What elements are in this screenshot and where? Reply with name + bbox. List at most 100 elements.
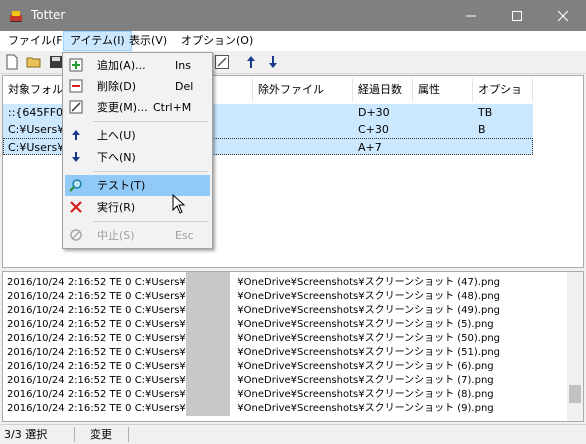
cell-days: A+7 — [358, 141, 382, 154]
menu-add-shortcut: Ins — [175, 59, 191, 72]
menu-test-label: テスト(T) — [97, 179, 146, 192]
mouse-cursor-icon — [172, 194, 186, 214]
column-header-exclude[interactable]: 除外ファイル — [253, 78, 353, 102]
item-menu-dropdown: 追加(A)... Ins 削除(D) Del 変更(M)... Ctrl+M 上… — [62, 52, 213, 249]
menu-view[interactable]: 表示(V) — [123, 31, 173, 51]
title-bar[interactable]: Totter — [0, 0, 586, 31]
log-prefix: 2016/10/24 2:16:52 TE 0 C:¥Users¥H — [7, 333, 194, 344]
menu-bar: ファイル(F) アイテム(I) 表示(V) オプション(O) — [0, 31, 586, 51]
minimize-icon — [466, 15, 476, 17]
log-suffix: ¥OneDrive¥Screenshots¥スクリーンショット (51).png — [237, 347, 500, 358]
cell-folder: ::{645FF04 — [8, 106, 71, 119]
arrow-up-icon — [72, 130, 80, 140]
log-suffix: ¥OneDrive¥Screenshots¥スクリーンショット (48).png — [237, 291, 500, 302]
cell-folder: C:¥Users¥ — [8, 141, 65, 154]
log-prefix: 2016/10/24 2:16:52 TE 0 C:¥Users¥H — [7, 347, 194, 358]
status-state: 変更 — [90, 428, 112, 441]
log-line: 2016/10/24 2:16:52 TE 0 C:¥Users¥H ¥OneDr… — [7, 346, 500, 359]
log-prefix: 2016/10/24 2:16:52 TE 0 C:¥Users¥H — [7, 403, 194, 414]
magnifier-icon — [69, 179, 82, 192]
maximize-icon — [512, 11, 522, 21]
log-suffix: ¥OneDrive¥Screenshots¥スクリーンショット (9).png — [237, 403, 494, 414]
column-header-attr[interactable]: 属性 — [413, 78, 473, 102]
cell-days: D+30 — [358, 106, 390, 119]
close-button[interactable] — [540, 0, 586, 31]
cross-icon — [70, 201, 82, 213]
app-icon — [10, 11, 22, 22]
menu-move-down[interactable]: 下へ(N) — [65, 147, 210, 168]
edit-icon[interactable] — [214, 54, 230, 70]
column-header-option[interactable]: オプション — [473, 78, 533, 120]
log-line: 2016/10/24 2:16:52 TE 0 C:¥Users¥H ¥OneDr… — [7, 332, 500, 345]
menu-add[interactable]: 追加(A)... Ins — [65, 55, 210, 76]
status-bar: 3/3 選択 変更 — [0, 424, 586, 444]
log-line: 2016/10/24 2:16:52 TE 0 C:¥Users¥H ¥OneDr… — [7, 402, 494, 415]
menu-stop-shortcut: Esc — [175, 229, 194, 242]
edit-icon — [69, 100, 83, 114]
log-line: 2016/10/24 2:16:52 TE 0 C:¥Users¥H ¥OneDr… — [7, 318, 494, 331]
log-suffix: ¥OneDrive¥Screenshots¥スクリーンショット (50).png — [237, 333, 500, 344]
status-divider — [128, 427, 129, 442]
menu-move-up-label: 上へ(U) — [97, 129, 136, 142]
column-header-days[interactable]: 経過日数 — [353, 78, 413, 102]
add-icon — [69, 58, 83, 72]
log-prefix: 2016/10/24 2:16:52 TE 0 C:¥Users¥H — [7, 305, 194, 316]
log-prefix: 2016/10/24 2:16:52 TE 0 C:¥Users¥H — [7, 389, 194, 400]
log-suffix: ¥OneDrive¥Screenshots¥スクリーンショット (8).png — [237, 389, 494, 400]
log-panel[interactable]: 2016/10/24 2:16:52 TE 0 C:¥Users¥H ¥OneDr… — [2, 271, 584, 422]
log-prefix: 2016/10/24 2:16:52 TE 0 C:¥Users¥H — [7, 319, 194, 330]
menu-item[interactable]: アイテム(I) — [63, 31, 132, 51]
app-window: Totter ファイル(F) アイテム(I) 表示(V) オプション(O) 対象… — [0, 0, 586, 444]
menu-delete-label: 削除(D) — [97, 80, 137, 93]
log-suffix: ¥OneDrive¥Screenshots¥スクリーンショット (49).png — [237, 305, 500, 316]
arrow-up-icon[interactable] — [243, 54, 259, 70]
menu-delete[interactable]: 削除(D) Del — [65, 76, 210, 97]
window-title: Totter — [31, 8, 66, 22]
new-file-icon[interactable] — [4, 54, 20, 70]
menu-move-up[interactable]: 上へ(U) — [65, 125, 210, 146]
status-selection: 3/3 選択 — [4, 428, 48, 441]
cell-option: TB — [478, 106, 493, 119]
log-scrollbar[interactable] — [567, 272, 583, 421]
log-suffix: ¥OneDrive¥Screenshots¥スクリーンショット (5).png — [237, 319, 494, 330]
menu-separator — [93, 221, 208, 222]
log-line: 2016/10/24 2:16:52 TE 0 C:¥Users¥H ¥OneDr… — [7, 388, 494, 401]
cell-days: C+30 — [358, 123, 389, 136]
menu-edit[interactable]: 変更(M)... Ctrl+M — [65, 97, 210, 118]
menu-add-label: 追加(A)... — [97, 59, 146, 72]
log-suffix: ¥OneDrive¥Screenshots¥スクリーンショット (7).png — [237, 375, 494, 386]
cell-folder: C:¥Users¥ — [8, 123, 65, 136]
minimize-button[interactable] — [448, 0, 494, 31]
menu-separator — [93, 171, 208, 172]
menu-options[interactable]: オプション(O) — [175, 31, 259, 51]
menu-run-label: 実行(R) — [97, 201, 136, 214]
maximize-button[interactable] — [494, 0, 540, 31]
log-suffix: ¥OneDrive¥Screenshots¥スクリーンショット (6).png — [237, 361, 494, 372]
log-line: 2016/10/24 2:16:52 TE 0 C:¥Users¥H ¥OneDr… — [7, 290, 500, 303]
open-folder-icon[interactable] — [26, 54, 42, 70]
scroll-thumb[interactable] — [569, 385, 581, 403]
delete-icon — [69, 79, 83, 93]
arrow-down-icon — [72, 152, 80, 162]
menu-stop-label: 中止(S) — [97, 229, 135, 242]
log-suffix: ¥OneDrive¥Screenshots¥スクリーンショット (47).png — [237, 277, 500, 288]
redaction-block — [186, 272, 230, 416]
arrow-down-icon[interactable] — [265, 54, 281, 70]
log-line: 2016/10/24 2:16:52 TE 0 C:¥Users¥H ¥OneDr… — [7, 276, 500, 289]
log-prefix: 2016/10/24 2:16:52 TE 0 C:¥Users¥H — [7, 361, 194, 372]
log-prefix: 2016/10/24 2:16:52 TE 0 C:¥Users¥H — [7, 291, 194, 302]
menu-run[interactable]: 実行(R) — [65, 197, 210, 218]
log-prefix: 2016/10/24 2:16:52 TE 0 C:¥Users¥H — [7, 375, 194, 386]
menu-delete-shortcut: Del — [175, 80, 194, 93]
status-divider — [74, 427, 75, 442]
menu-edit-shortcut: Ctrl+M — [153, 101, 192, 114]
menu-stop: 中止(S) Esc — [65, 225, 210, 246]
menu-move-down-label: 下へ(N) — [97, 151, 136, 164]
log-line: 2016/10/24 2:16:52 TE 0 C:¥Users¥H ¥OneDr… — [7, 304, 500, 317]
stop-icon — [70, 229, 82, 241]
menu-separator — [93, 121, 208, 122]
log-line: 2016/10/24 2:16:52 TE 0 C:¥Users¥H ¥OneDr… — [7, 374, 494, 387]
menu-test[interactable]: テスト(T) — [65, 175, 210, 196]
menu-edit-label: 変更(M)... — [97, 101, 148, 114]
log-prefix: 2016/10/24 2:16:52 TE 0 C:¥Users¥H — [7, 277, 194, 288]
